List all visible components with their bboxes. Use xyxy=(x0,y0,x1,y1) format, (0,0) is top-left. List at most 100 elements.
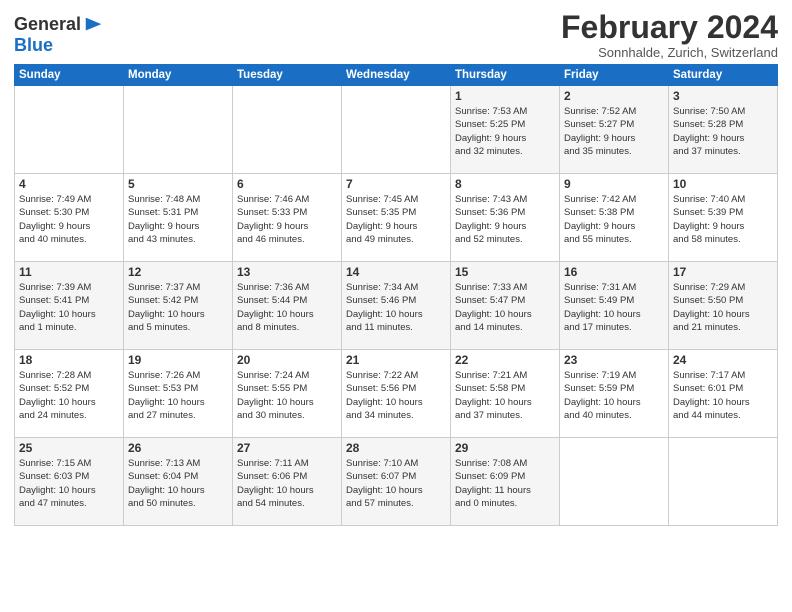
day-info: Sunrise: 7:21 AM Sunset: 5:58 PM Dayligh… xyxy=(455,369,555,422)
calendar-week-2: 4 Sunrise: 7:49 AM Sunset: 5:30 PM Daylig… xyxy=(15,174,778,262)
calendar-header: Sunday Monday Tuesday Wednesday Thursday… xyxy=(15,65,778,86)
calendar-cell: 3Sunrise: 7:50 AM Sunset: 5:28 PM Daylig… xyxy=(669,86,778,174)
calendar-cell xyxy=(669,438,778,526)
calendar-cell: 13Sunrise: 7:36 AM Sunset: 5:44 PM Dayli… xyxy=(233,262,342,350)
calendar-cell xyxy=(124,86,233,174)
calendar-table: Sunday Monday Tuesday Wednesday Thursday… xyxy=(14,64,778,526)
calendar-week-1: 1 Sunrise: 7:53 AM Sunset: 5:25 PM Daylig… xyxy=(15,86,778,174)
day-info: Sunrise: 7:19 AM Sunset: 5:59 PM Dayligh… xyxy=(564,369,664,422)
calendar-cell xyxy=(233,86,342,174)
day-info: Sunrise: 7:43 AM Sunset: 5:36 PM Dayligh… xyxy=(455,193,555,246)
calendar-cell: 27Sunrise: 7:11 AM Sunset: 6:06 PM Dayli… xyxy=(233,438,342,526)
logo-text: General Blue xyxy=(14,14,105,56)
page-container: General Blue February 2024 Sonnhalde, Zu… xyxy=(0,0,792,532)
day-info: Sunrise: 7:17 AM Sunset: 6:01 PM Dayligh… xyxy=(673,369,773,422)
day-info: Sunrise: 7:40 AM Sunset: 5:39 PM Dayligh… xyxy=(673,193,773,246)
calendar-cell: 6 Sunrise: 7:46 AM Sunset: 5:33 PM Daylig… xyxy=(233,174,342,262)
calendar-cell: 26 Sunrise: 7:13 AM Sunset: 6:04 PM Dayli… xyxy=(124,438,233,526)
day-number: 1 xyxy=(455,89,555,103)
calendar-week-5: 25 Sunrise: 7:15 AM Sunset: 6:03 PM Dayli… xyxy=(15,438,778,526)
day-number: 22 xyxy=(455,353,555,367)
day-number: 23 xyxy=(564,353,664,367)
day-number: 6 xyxy=(237,177,337,191)
calendar-cell: 24 Sunrise: 7:17 AM Sunset: 6:01 PM Dayli… xyxy=(669,350,778,438)
day-number: 16 xyxy=(564,265,664,279)
calendar-cell: 9 Sunrise: 7:42 AM Sunset: 5:38 PM Daylig… xyxy=(560,174,669,262)
col-saturday: Saturday xyxy=(669,65,778,86)
day-number: 13 xyxy=(237,265,337,279)
day-info: Sunrise: 7:24 AM Sunset: 5:55 PM Dayligh… xyxy=(237,369,337,422)
calendar-cell: 16 Sunrise: 7:31 AM Sunset: 5:49 PM Dayli… xyxy=(560,262,669,350)
calendar-cell: 15Sunrise: 7:33 AM Sunset: 5:47 PM Dayli… xyxy=(451,262,560,350)
day-number: 26 xyxy=(128,441,228,455)
col-monday: Monday xyxy=(124,65,233,86)
day-info: Sunrise: 7:48 AM Sunset: 5:31 PM Dayligh… xyxy=(128,193,228,246)
logo-flag-icon xyxy=(83,14,105,36)
day-number: 8 xyxy=(455,177,555,191)
calendar-week-3: 11Sunrise: 7:39 AM Sunset: 5:41 PM Dayli… xyxy=(15,262,778,350)
calendar-cell: 11Sunrise: 7:39 AM Sunset: 5:41 PM Dayli… xyxy=(15,262,124,350)
day-info: Sunrise: 7:29 AM Sunset: 5:50 PM Dayligh… xyxy=(673,281,773,334)
col-tuesday: Tuesday xyxy=(233,65,342,86)
day-info: Sunrise: 7:13 AM Sunset: 6:04 PM Dayligh… xyxy=(128,457,228,510)
calendar-cell: 8 Sunrise: 7:43 AM Sunset: 5:36 PM Daylig… xyxy=(451,174,560,262)
day-number: 10 xyxy=(673,177,773,191)
day-number: 17 xyxy=(673,265,773,279)
day-info: Sunrise: 7:22 AM Sunset: 5:56 PM Dayligh… xyxy=(346,369,446,422)
col-thursday: Thursday xyxy=(451,65,560,86)
col-sunday: Sunday xyxy=(15,65,124,86)
day-info: Sunrise: 7:28 AM Sunset: 5:52 PM Dayligh… xyxy=(19,369,119,422)
location-subtitle: Sonnhalde, Zurich, Switzerland xyxy=(561,45,778,60)
calendar-cell: 17 Sunrise: 7:29 AM Sunset: 5:50 PM Dayli… xyxy=(669,262,778,350)
day-info: Sunrise: 7:10 AM Sunset: 6:07 PM Dayligh… xyxy=(346,457,446,510)
day-number: 21 xyxy=(346,353,446,367)
calendar-cell: 1 Sunrise: 7:53 AM Sunset: 5:25 PM Daylig… xyxy=(451,86,560,174)
day-number: 25 xyxy=(19,441,119,455)
day-number: 9 xyxy=(564,177,664,191)
calendar-cell: 20 Sunrise: 7:24 AM Sunset: 5:55 PM Dayli… xyxy=(233,350,342,438)
day-info: Sunrise: 7:08 AM Sunset: 6:09 PM Dayligh… xyxy=(455,457,555,510)
calendar-week-4: 18 Sunrise: 7:28 AM Sunset: 5:52 PM Dayli… xyxy=(15,350,778,438)
day-info: Sunrise: 7:34 AM Sunset: 5:46 PM Dayligh… xyxy=(346,281,446,334)
day-number: 19 xyxy=(128,353,228,367)
day-number: 5 xyxy=(128,177,228,191)
day-number: 29 xyxy=(455,441,555,455)
day-info: Sunrise: 7:37 AM Sunset: 5:42 PM Dayligh… xyxy=(128,281,228,334)
calendar-cell: 19Sunrise: 7:26 AM Sunset: 5:53 PM Dayli… xyxy=(124,350,233,438)
day-number: 20 xyxy=(237,353,337,367)
day-number: 24 xyxy=(673,353,773,367)
calendar-cell: 4 Sunrise: 7:49 AM Sunset: 5:30 PM Daylig… xyxy=(15,174,124,262)
day-info: Sunrise: 7:45 AM Sunset: 5:35 PM Dayligh… xyxy=(346,193,446,246)
day-info: Sunrise: 7:42 AM Sunset: 5:38 PM Dayligh… xyxy=(564,193,664,246)
calendar-cell xyxy=(15,86,124,174)
calendar-cell: 10 Sunrise: 7:40 AM Sunset: 5:39 PM Dayli… xyxy=(669,174,778,262)
day-number: 18 xyxy=(19,353,119,367)
calendar-cell: 25 Sunrise: 7:15 AM Sunset: 6:03 PM Dayli… xyxy=(15,438,124,526)
day-info: Sunrise: 7:31 AM Sunset: 5:49 PM Dayligh… xyxy=(564,281,664,334)
header-row: Sunday Monday Tuesday Wednesday Thursday… xyxy=(15,65,778,86)
col-friday: Friday xyxy=(560,65,669,86)
calendar-cell: 7 Sunrise: 7:45 AM Sunset: 5:35 PM Daylig… xyxy=(342,174,451,262)
calendar-cell: 29 Sunrise: 7:08 AM Sunset: 6:09 PM Dayli… xyxy=(451,438,560,526)
day-info: Sunrise: 7:15 AM Sunset: 6:03 PM Dayligh… xyxy=(19,457,119,510)
calendar-cell xyxy=(342,86,451,174)
day-number: 11 xyxy=(19,265,119,279)
header: General Blue February 2024 Sonnhalde, Zu… xyxy=(14,10,778,60)
day-number: 15 xyxy=(455,265,555,279)
calendar-cell: 14Sunrise: 7:34 AM Sunset: 5:46 PM Dayli… xyxy=(342,262,451,350)
calendar-cell: 5 Sunrise: 7:48 AM Sunset: 5:31 PM Daylig… xyxy=(124,174,233,262)
calendar-cell: 23 Sunrise: 7:19 AM Sunset: 5:59 PM Dayli… xyxy=(560,350,669,438)
calendar-cell: 12 Sunrise: 7:37 AM Sunset: 5:42 PM Dayli… xyxy=(124,262,233,350)
calendar-cell: 28Sunrise: 7:10 AM Sunset: 6:07 PM Dayli… xyxy=(342,438,451,526)
day-number: 12 xyxy=(128,265,228,279)
day-info: Sunrise: 7:49 AM Sunset: 5:30 PM Dayligh… xyxy=(19,193,119,246)
day-info: Sunrise: 7:52 AM Sunset: 5:27 PM Dayligh… xyxy=(564,105,664,158)
month-title: February 2024 xyxy=(561,10,778,45)
calendar-cell: 18 Sunrise: 7:28 AM Sunset: 5:52 PM Dayli… xyxy=(15,350,124,438)
calendar-cell: 22 Sunrise: 7:21 AM Sunset: 5:58 PM Dayli… xyxy=(451,350,560,438)
day-info: Sunrise: 7:50 AM Sunset: 5:28 PM Dayligh… xyxy=(673,105,773,158)
day-info: Sunrise: 7:53 AM Sunset: 5:25 PM Dayligh… xyxy=(455,105,555,158)
day-number: 7 xyxy=(346,177,446,191)
day-number: 4 xyxy=(19,177,119,191)
day-info: Sunrise: 7:46 AM Sunset: 5:33 PM Dayligh… xyxy=(237,193,337,246)
